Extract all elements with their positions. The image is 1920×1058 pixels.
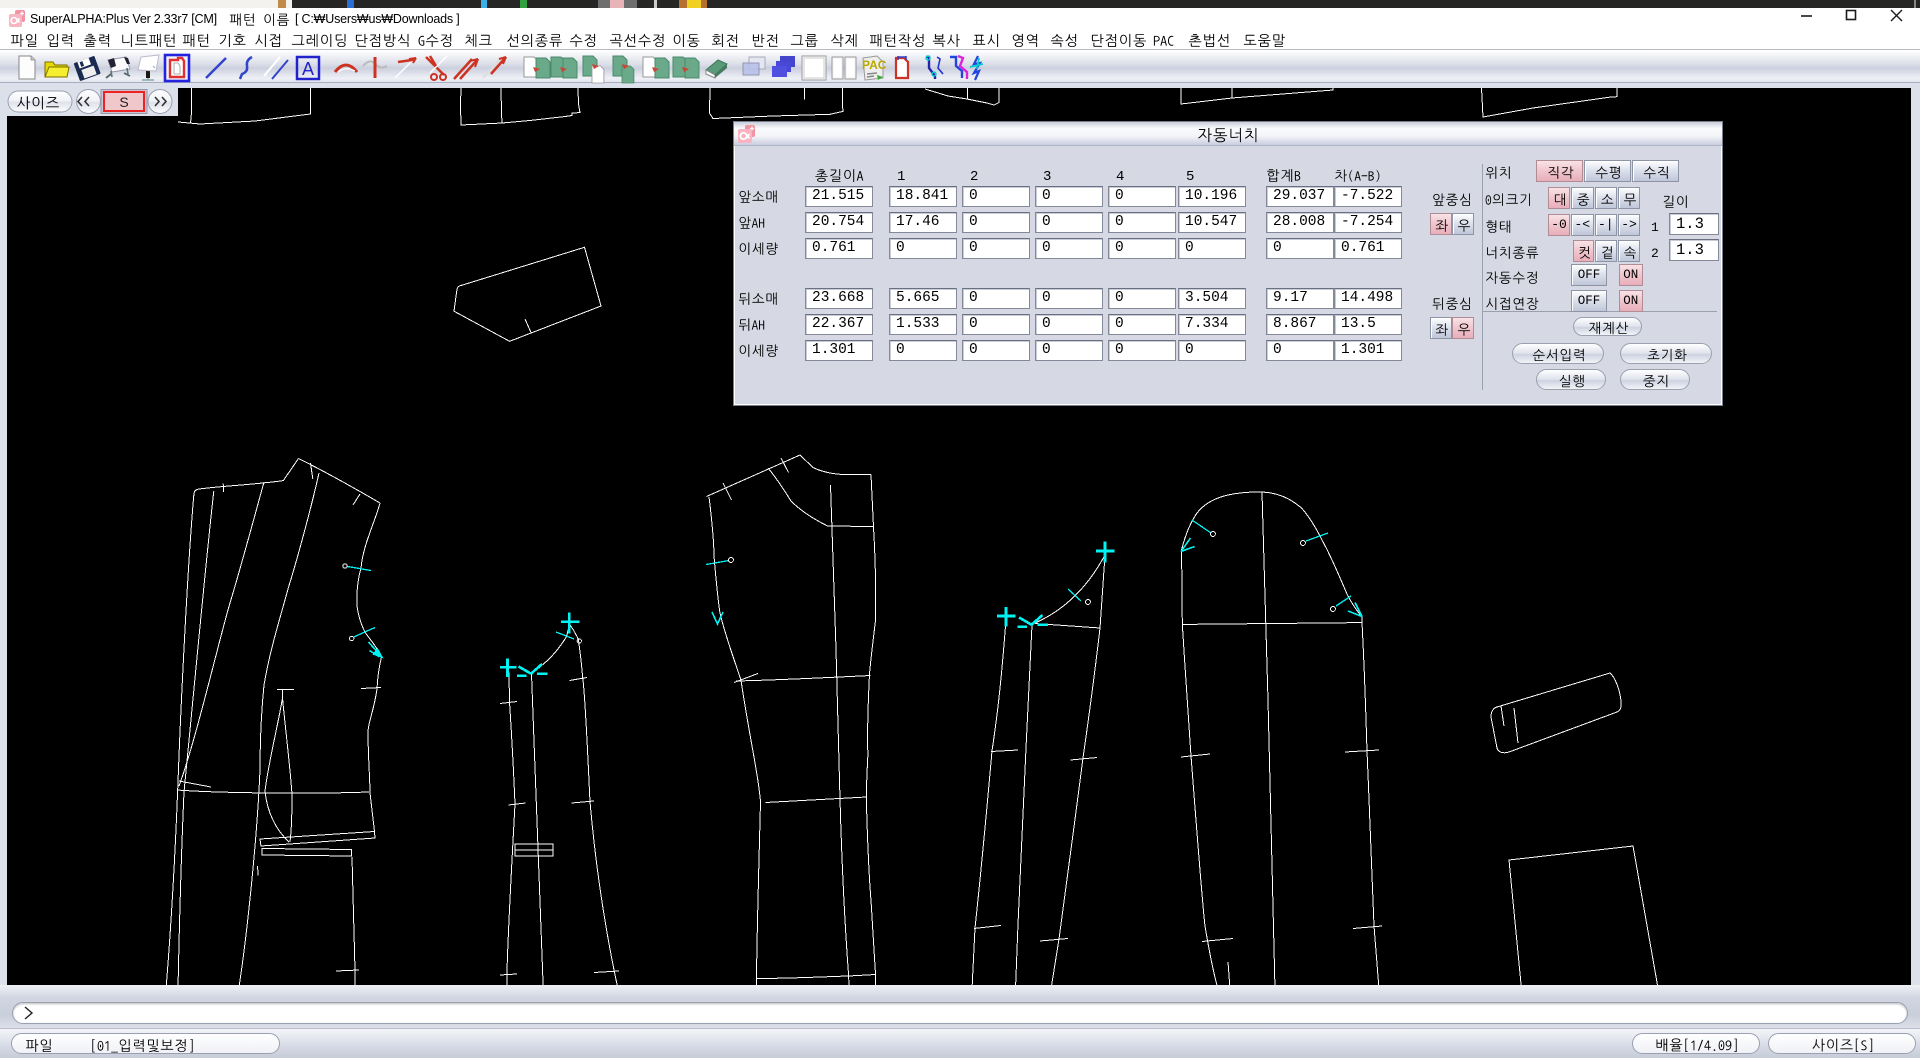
svg-text:2: 2 (970, 169, 978, 185)
svg-text:S: S (119, 94, 128, 110)
svg-text:2: 2 (1651, 246, 1659, 261)
svg-text:3: 3 (1043, 169, 1051, 185)
svg-text:4: 4 (1116, 169, 1124, 185)
svg-text:1: 1 (897, 169, 905, 185)
svg-text:5: 5 (1186, 169, 1194, 185)
svg-text:1: 1 (1651, 220, 1659, 235)
svg-text:PAC: PAC (862, 58, 887, 72)
svg-text:A: A (302, 59, 314, 79)
